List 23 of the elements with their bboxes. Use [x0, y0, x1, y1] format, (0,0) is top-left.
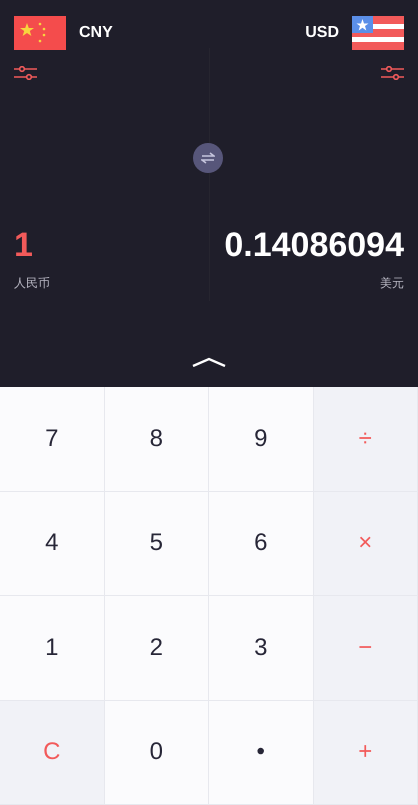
keypad-key[interactable]: 7: [0, 387, 104, 492]
currency-code[interactable]: USD: [305, 21, 339, 45]
keypad-key[interactable]: 1: [0, 596, 104, 700]
currency-name: 人民币: [14, 275, 50, 292]
keypad-key[interactable]: 8: [104, 387, 209, 492]
keypad-key[interactable]: 5: [104, 492, 209, 596]
keypad-key[interactable]: 0: [104, 700, 209, 805]
currency-code[interactable]: CNY: [79, 21, 113, 45]
keypad-key[interactable]: 2: [104, 596, 209, 700]
currency-name: 美元: [380, 275, 404, 292]
keypad-key[interactable]: 3: [209, 596, 314, 700]
keypad-key[interactable]: •: [209, 700, 314, 805]
amount-text: 0.14086094: [224, 228, 404, 262]
flag-icon[interactable]: [352, 16, 404, 50]
expand-icon[interactable]: [192, 357, 226, 367]
settings-icon[interactable]: [14, 66, 37, 80]
keypad-key[interactable]: 6: [209, 492, 314, 596]
keypad-key[interactable]: 4: [0, 492, 104, 596]
swap-icon: [201, 152, 215, 164]
swap-button[interactable]: [193, 143, 223, 173]
settings-icon[interactable]: [381, 66, 404, 80]
amount-text: 1: [14, 228, 33, 262]
keypad-key[interactable]: 9: [209, 387, 314, 492]
